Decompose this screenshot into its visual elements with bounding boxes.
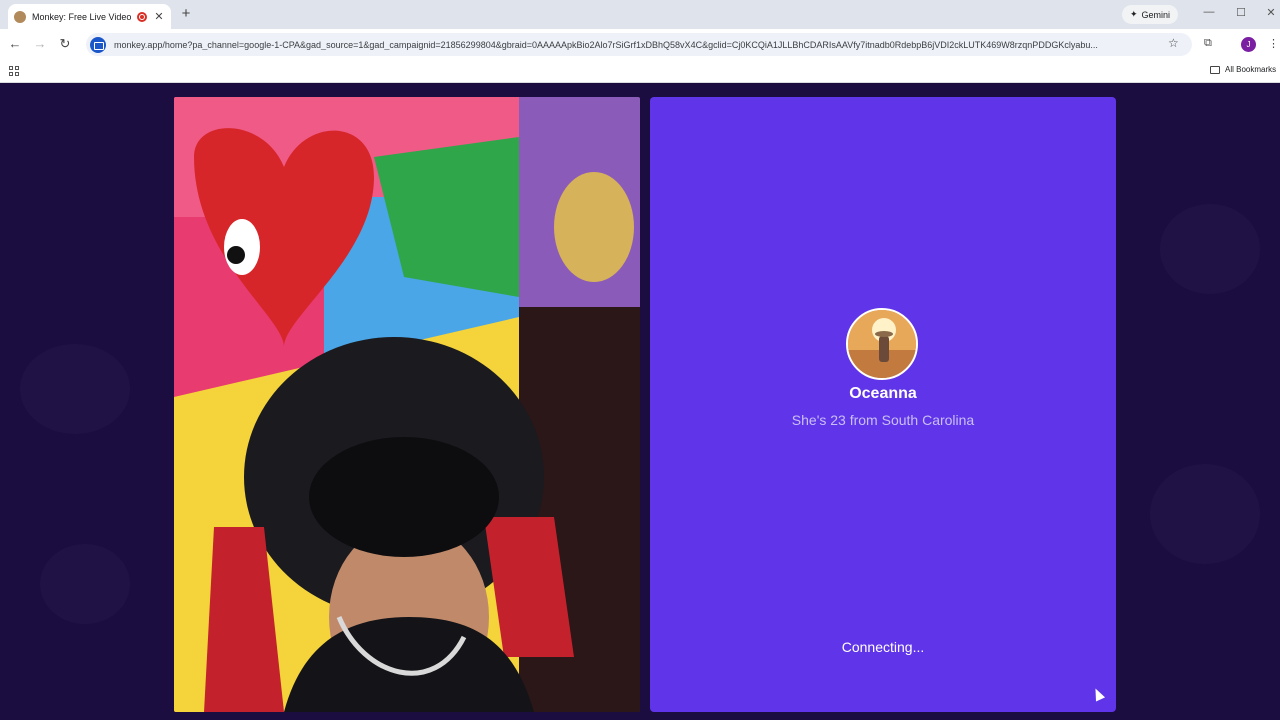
connection-status: Connecting...	[841, 639, 925, 655]
background-pattern	[1150, 464, 1260, 564]
monkey-favicon-icon	[14, 10, 26, 23]
background-pattern	[20, 344, 130, 434]
forward-button[interactable]: →	[32, 36, 48, 52]
minimize-button[interactable]: —	[1202, 6, 1216, 18]
browser-tab-bar: Monkey: Free Live Video Ch ✕ + ✦ Gemini …	[0, 0, 1280, 29]
browser-toolbar: ← → ↻ monkey.app/home?pa_channel=google-…	[0, 29, 1280, 60]
all-bookmarks-button[interactable]: All Bookmarks	[1210, 65, 1276, 74]
profile-avatar[interactable]: J	[1241, 37, 1256, 52]
background-pattern	[40, 544, 130, 624]
all-bookmarks-label: All Bookmarks	[1225, 65, 1277, 74]
maximize-button[interactable]: ☐	[1234, 6, 1248, 19]
back-button[interactable]: ←	[7, 36, 23, 52]
close-tab-icon[interactable]: ✕	[153, 10, 165, 23]
gemini-button[interactable]: ✦ Gemini	[1122, 5, 1179, 24]
folder-icon	[1210, 65, 1220, 74]
match-name: Oceanna	[849, 385, 917, 402]
self-video-feed	[174, 97, 640, 712]
site-info-icon[interactable]	[90, 36, 106, 53]
address-bar[interactable]: monkey.app/home?pa_channel=google-1-CPA&…	[86, 33, 1192, 56]
new-tab-button[interactable]: +	[178, 5, 194, 22]
browser-tab[interactable]: Monkey: Free Live Video Ch ✕	[8, 4, 171, 29]
url-text[interactable]: monkey.app/home?pa_channel=google-1-CPA&…	[114, 40, 1166, 50]
background-pattern	[1160, 204, 1260, 294]
apps-grid-icon[interactable]	[9, 66, 19, 76]
match-card: Oceanna She's 23 from South Carolina Con…	[650, 97, 1116, 712]
tab-title: Monkey: Free Live Video Ch	[32, 11, 131, 22]
bookmark-star-icon[interactable]: ☆	[1168, 36, 1179, 50]
webcam-image	[174, 97, 640, 712]
reload-button[interactable]: ↻	[57, 36, 73, 52]
match-subtitle: She's 23 from South Carolina	[791, 412, 975, 428]
gemini-label: Gemini	[1141, 9, 1171, 20]
match-photo	[848, 310, 916, 378]
match-avatar	[846, 308, 918, 380]
menu-icon[interactable]: ⋮	[1268, 37, 1279, 50]
sparkle-icon: ✦	[1130, 9, 1138, 19]
close-window-button[interactable]: ✕	[1264, 6, 1278, 19]
bookmarks-bar: All Bookmarks	[0, 60, 1280, 83]
extensions-icon[interactable]: ⧉	[1204, 37, 1212, 50]
video-chat-page: Oceanna She's 23 from South Carolina Con…	[0, 84, 1280, 720]
recording-icon	[137, 11, 147, 22]
